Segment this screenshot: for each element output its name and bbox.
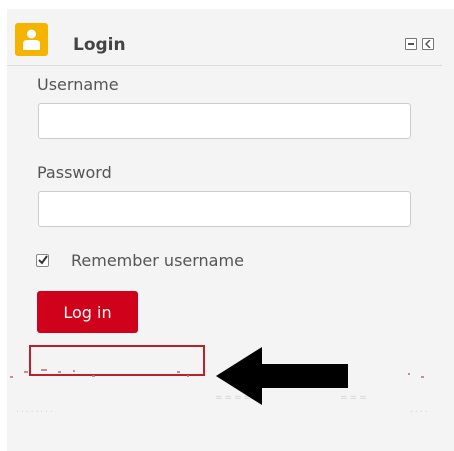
collapse-icon[interactable]: [422, 38, 434, 50]
remember-label: Remember username: [71, 250, 244, 270]
login-button[interactable]: Log in: [37, 291, 138, 333]
remember-username[interactable]: Remember username: [36, 250, 244, 270]
password-field[interactable]: [38, 191, 411, 227]
redaction-noise: [73, 370, 75, 372]
redaction-noise: [177, 371, 180, 373]
arrow-pointer-icon: [216, 347, 348, 405]
redaction-noise: [10, 376, 13, 378]
redaction-noise: [24, 371, 28, 373]
minimize-icon[interactable]: [405, 38, 417, 50]
username-field[interactable]: [38, 103, 411, 139]
redaction-noise: [187, 375, 189, 377]
redaction-noise: [421, 376, 424, 378]
blurred-text: ........: [16, 405, 55, 415]
redaction-noise: [41, 369, 47, 371]
blurred-text: ....: [410, 405, 430, 415]
login-title: Login: [73, 35, 126, 55]
redaction-noise: [58, 371, 61, 373]
remember-checkbox[interactable]: [36, 253, 49, 267]
login-header: Login: [7, 9, 442, 66]
password-label: Password: [37, 163, 112, 182]
username-label: Username: [37, 75, 119, 94]
redaction-noise: [408, 373, 410, 375]
redaction-noise: [92, 375, 95, 377]
user-icon: [15, 23, 48, 56]
